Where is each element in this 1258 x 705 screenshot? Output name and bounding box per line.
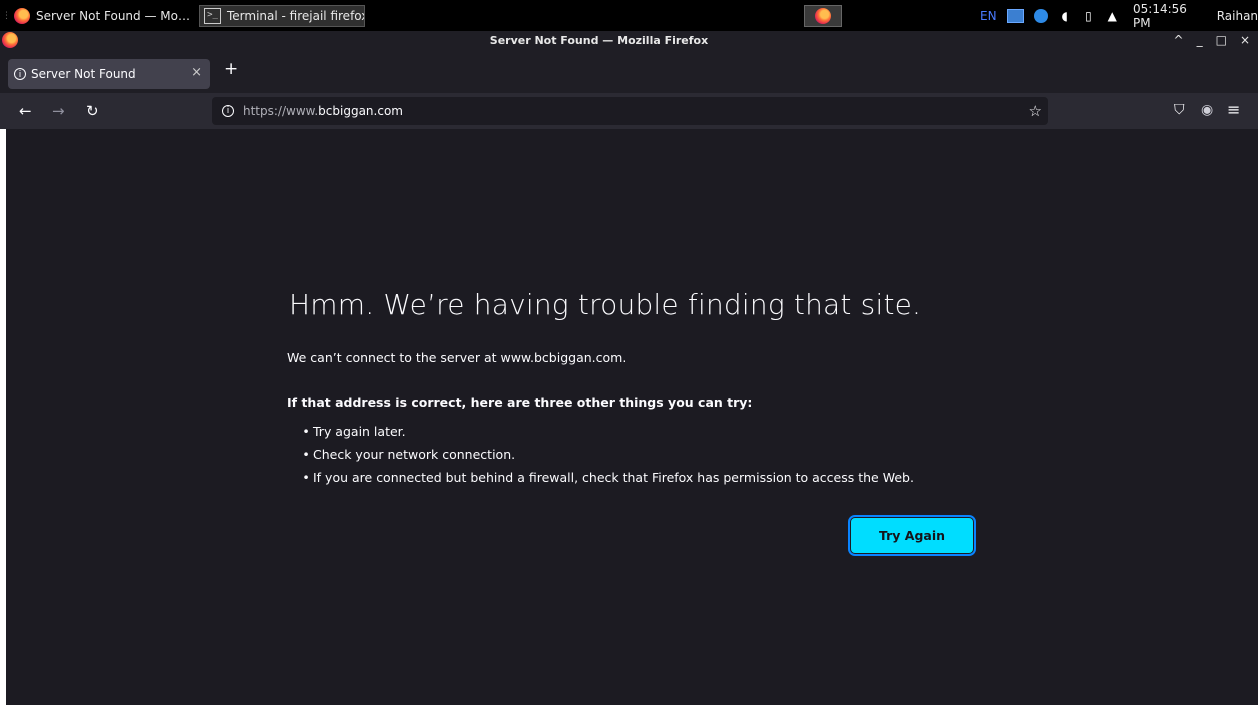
minimize-button[interactable]: _ [1197,33,1203,47]
firefox-icon [815,8,831,24]
error-title: Hmm. We’re having trouble finding that s… [289,288,922,321]
error-suggestions-list: Try again later. Check your network conn… [287,422,914,491]
pocket-icon[interactable]: ⛉ [1174,102,1185,118]
clock[interactable]: 05:14:56 PM [1133,2,1207,30]
taskbar-task-terminal[interactable]: >_ Terminal - firejail firefox [199,5,365,27]
volume-icon[interactable]: ◖ [1058,9,1072,23]
url-host: bcbiggan.com [318,104,403,118]
window-titlebar: Server Not Found — Mozilla Firefox ^ _ □… [0,31,1258,51]
window-controls: ^ _ □ × [1174,33,1250,47]
new-tab-button[interactable]: + [224,59,238,79]
navigation-toolbar: ← → ↻ i https://www. bcbiggan.com ☆ ⛉ ◉ ≡ [0,93,1258,129]
tab-server-not-found[interactable]: i Server Not Found × [8,59,210,89]
error-description: We can’t connect to the server at www.bc… [287,350,627,365]
list-item: If you are connected but behind a firewa… [287,468,914,491]
restore-button[interactable]: □ [1216,33,1227,47]
desktop-taskbar: ⋮ Server Not Found — Mo… >_ Terminal - f… [0,0,1258,31]
url-bar[interactable]: i https://www. bcbiggan.com ☆ [212,97,1048,125]
network-icon[interactable] [1006,9,1025,23]
list-item: Try again later. [287,422,914,445]
grip-icon: ⋮ [2,11,11,21]
tab-strip: i Server Not Found × [0,51,1258,93]
bookmark-star-icon[interactable]: ☆ [1029,102,1042,120]
window-title: Server Not Found — Mozilla Firefox [489,34,709,47]
url-prefix: https://www. [243,104,319,118]
app-menu-button[interactable]: ≡ [1227,100,1240,119]
keyboard-layout-indicator[interactable]: EN [980,9,997,23]
tab-label: Server Not Found [31,67,136,81]
taskbar-task-label: Server Not Found — Mo… [36,9,190,23]
clipboard-icon[interactable]: ▯ [1082,9,1096,23]
close-window-button[interactable]: × [1240,33,1250,47]
back-button[interactable]: ← [19,102,32,120]
page-content [6,129,1258,705]
firefox-icon [14,8,30,24]
close-tab-button[interactable]: × [191,65,202,80]
error-suggestions-heading: If that address is correct, here are thr… [287,395,753,410]
reload-button[interactable]: ↻ [86,102,99,120]
extension-icon[interactable]: ◉ [1201,102,1213,118]
forward-button[interactable]: → [52,102,65,120]
vpn-icon[interactable] [1034,9,1048,23]
taskbar-task-firefox[interactable]: ⋮ Server Not Found — Mo… [0,5,196,27]
list-item: Check your network connection. [287,445,914,468]
user-name[interactable]: Raihan [1217,9,1258,23]
terminal-icon: >_ [204,8,221,24]
system-tray: EN ◖ ▯ ▲ 05:14:56 PM Raihan [980,2,1258,30]
info-icon: i [14,68,26,80]
taskbar-launcher-firefox[interactable] [804,5,842,27]
maximize-up-button[interactable]: ^ [1174,33,1184,47]
site-info-icon[interactable]: i [222,105,234,117]
taskbar-task-label: Terminal - firejail firefox [227,9,365,23]
try-again-button[interactable]: Try Again [848,515,976,556]
notification-bell-icon[interactable]: ▲ [1105,9,1119,23]
